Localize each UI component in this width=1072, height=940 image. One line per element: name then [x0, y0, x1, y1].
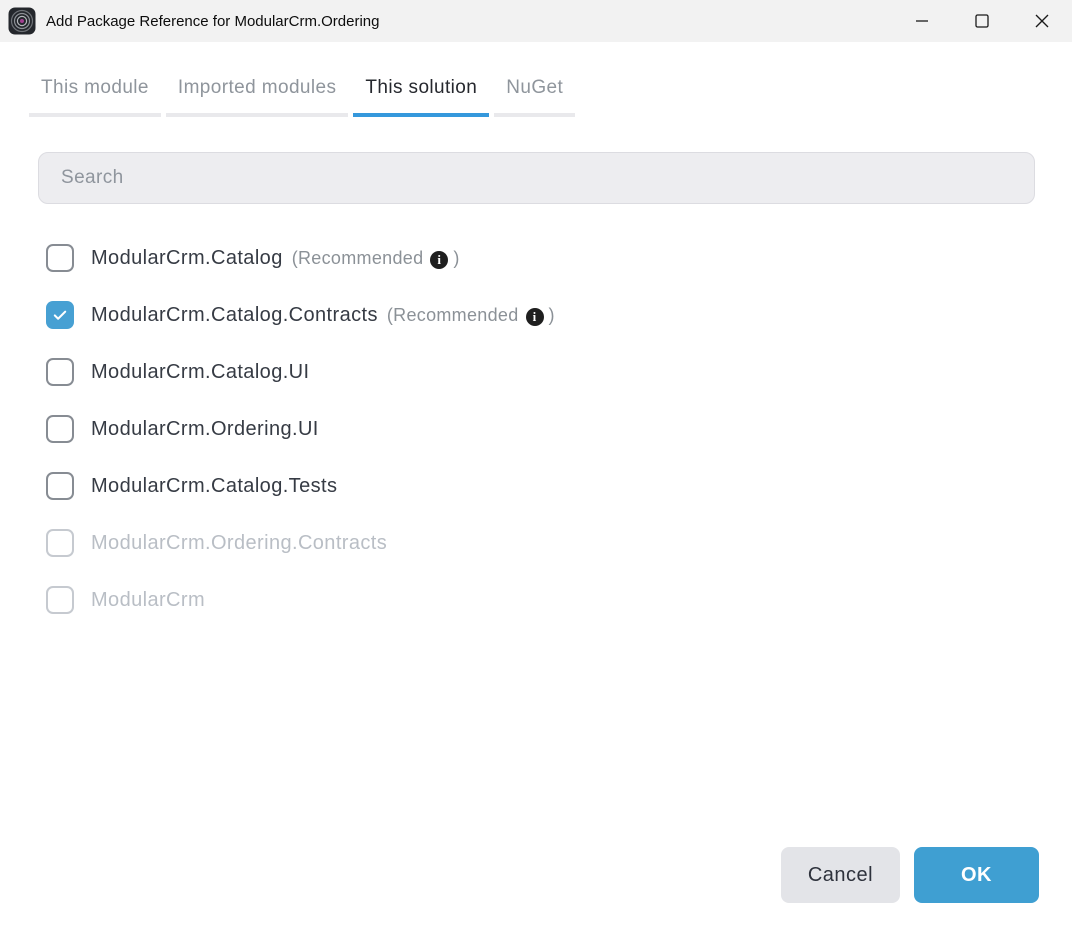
- package-row: ModularCrm.Catalog.UI: [46, 358, 1072, 386]
- search-container: [38, 152, 1035, 204]
- package-name: ModularCrm.Ordering.Contracts: [91, 532, 387, 555]
- window-title: Add Package Reference for ModularCrm.Ord…: [46, 13, 380, 30]
- recommended-close-paren: ): [453, 248, 459, 269]
- checkmark-icon: [51, 306, 69, 324]
- tab-label: Imported modules: [166, 75, 348, 101]
- tab-this-module[interactable]: This module: [29, 75, 161, 117]
- tab-underline: [494, 113, 575, 117]
- titlebar: Add Package Reference for ModularCrm.Ord…: [0, 0, 1072, 42]
- package-name: ModularCrm.Catalog.Contracts: [91, 304, 378, 327]
- tab-this-solution[interactable]: This solution: [353, 75, 489, 117]
- minimize-button[interactable]: [892, 0, 952, 42]
- package-row: ModularCrm.Ordering.UI: [46, 415, 1072, 443]
- recommended-text: (Recommended: [292, 248, 424, 269]
- recommended-badge: (Recommended i ): [292, 248, 460, 269]
- info-icon[interactable]: i: [430, 251, 448, 269]
- tab-underline: [29, 113, 161, 117]
- dialog-footer: Cancel OK: [781, 847, 1039, 903]
- add-package-reference-dialog: Add Package Reference for ModularCrm.Ord…: [0, 0, 1072, 940]
- package-name: ModularCrm: [91, 589, 205, 612]
- search-input[interactable]: [38, 152, 1035, 204]
- tab-label: NuGet: [494, 75, 575, 101]
- package-row: ModularCrm.Catalog.Tests: [46, 472, 1072, 500]
- package-checkbox: [46, 529, 74, 557]
- close-icon: [1034, 13, 1050, 29]
- window-controls: [892, 0, 1072, 42]
- tab-imported-modules[interactable]: Imported modules: [166, 75, 348, 117]
- cancel-button[interactable]: Cancel: [781, 847, 900, 903]
- package-checkbox[interactable]: [46, 472, 74, 500]
- package-checkbox[interactable]: [46, 301, 74, 329]
- package-name: ModularCrm.Ordering.UI: [91, 418, 319, 441]
- tab-underline: [353, 113, 489, 117]
- maximize-button[interactable]: [952, 0, 1012, 42]
- package-row: ModularCrm.Catalog (Recommended i ): [46, 244, 1072, 272]
- package-name: ModularCrm.Catalog.Tests: [91, 475, 337, 498]
- recommended-badge: (Recommended i ): [387, 305, 555, 326]
- tab-label: This solution: [353, 75, 489, 101]
- package-row: ModularCrm: [46, 586, 1072, 614]
- package-name: ModularCrm.Catalog.UI: [91, 361, 309, 384]
- package-row: ModularCrm.Catalog.Contracts (Recommende…: [46, 301, 1072, 329]
- tab-nuget[interactable]: NuGet: [494, 75, 575, 117]
- package-checkbox[interactable]: [46, 415, 74, 443]
- tab-label: This module: [29, 75, 161, 101]
- abp-studio-logo-icon: [8, 7, 36, 35]
- tab-bar: This module Imported modules This soluti…: [29, 75, 1072, 117]
- recommended-text: (Recommended: [387, 305, 519, 326]
- package-list: ModularCrm.Catalog (Recommended i ) Modu…: [46, 244, 1072, 614]
- package-checkbox[interactable]: [46, 244, 74, 272]
- close-button[interactable]: [1012, 0, 1072, 42]
- maximize-icon: [974, 13, 990, 29]
- info-icon[interactable]: i: [526, 308, 544, 326]
- package-checkbox: [46, 586, 74, 614]
- ok-button[interactable]: OK: [914, 847, 1039, 903]
- package-checkbox[interactable]: [46, 358, 74, 386]
- tab-underline: [166, 113, 348, 117]
- minimize-icon: [914, 13, 930, 29]
- recommended-close-paren: ): [549, 305, 555, 326]
- package-row: ModularCrm.Ordering.Contracts: [46, 529, 1072, 557]
- package-name: ModularCrm.Catalog: [91, 247, 283, 270]
